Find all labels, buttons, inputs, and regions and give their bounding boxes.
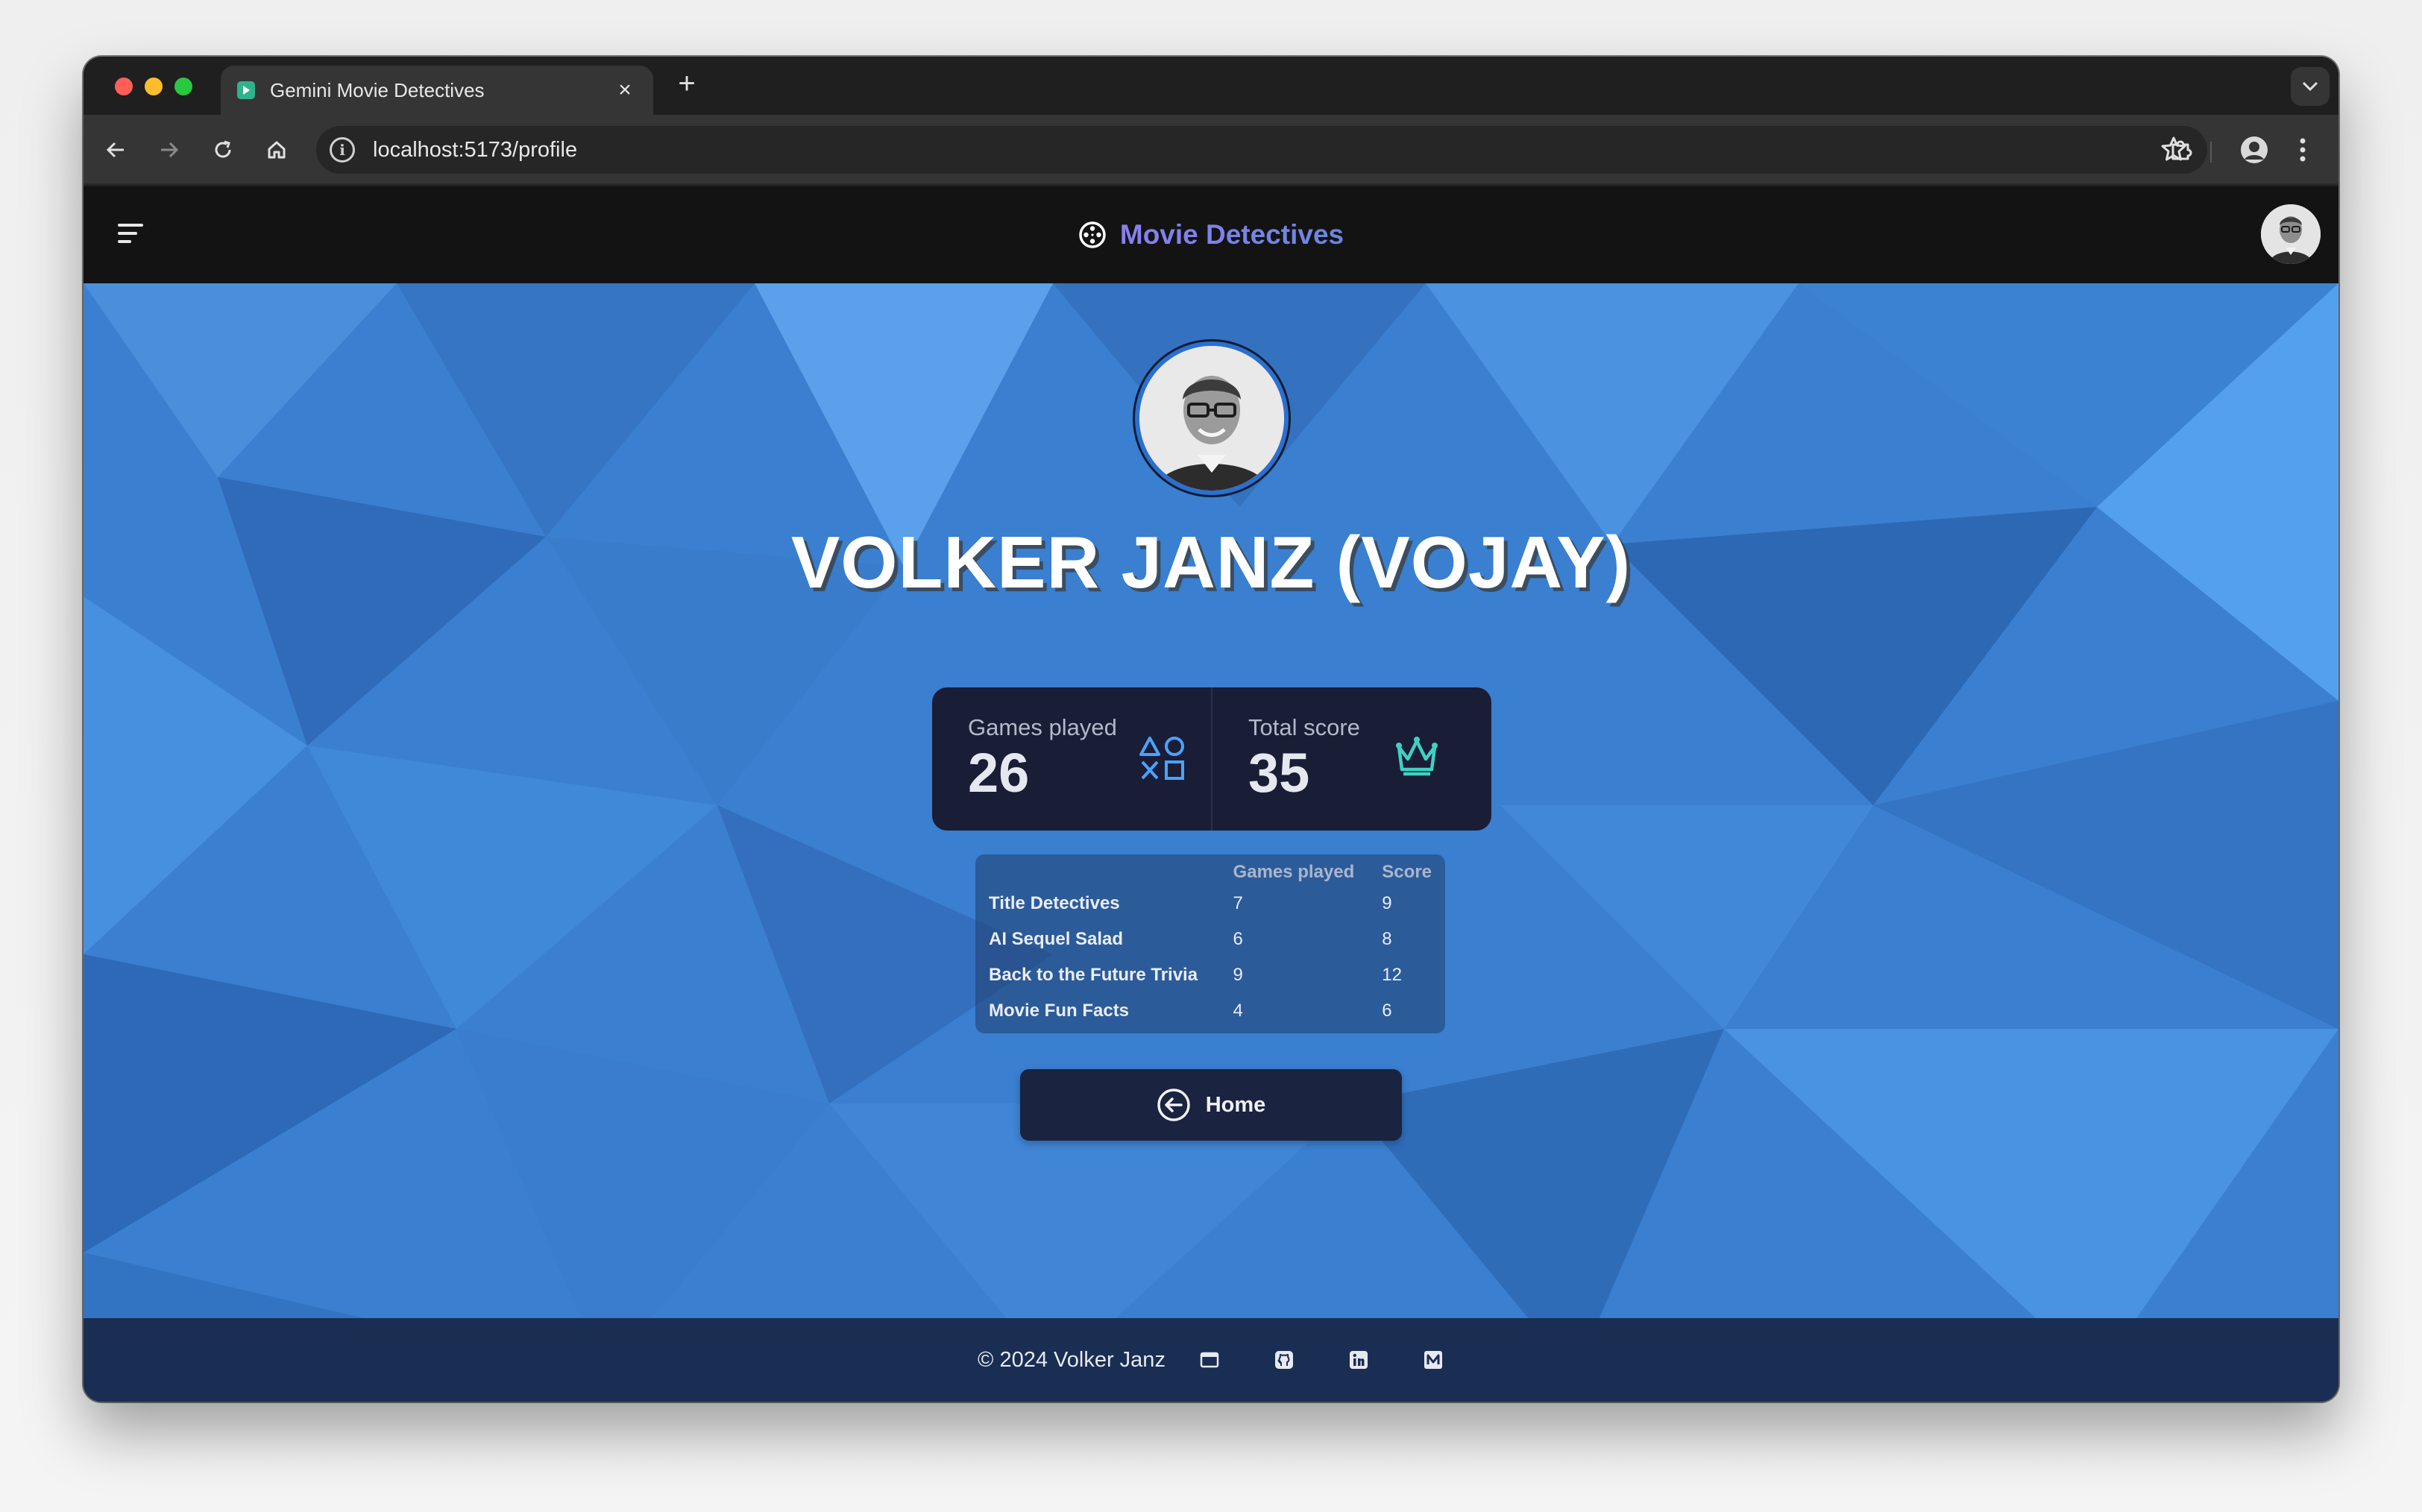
tab-close-icon[interactable]: × [613, 78, 637, 103]
extensions-button[interactable] [2162, 131, 2200, 168]
games-played-cell: 7 [1233, 893, 1243, 913]
table-row: Movie Fun Facts 4 6 [989, 993, 1432, 1029]
footer-links [1198, 1349, 1444, 1371]
games-played-cell: 4 [1233, 1001, 1243, 1021]
games-played-stat: Games played 26 [932, 687, 1211, 831]
close-window-button[interactable] [115, 78, 133, 95]
crown-icon [1396, 737, 1438, 776]
film-reel-icon [1079, 221, 1106, 248]
toolbar-separator [2210, 142, 2212, 163]
score-cell: 9 [1382, 893, 1392, 913]
score-cell: 6 [1382, 1001, 1392, 1021]
github-icon[interactable] [1273, 1349, 1295, 1371]
home-page-button[interactable] [258, 131, 295, 168]
back-button[interactable] [97, 131, 134, 168]
header-avatar[interactable] [2261, 204, 2321, 264]
browser-tab[interactable]: Gemini Movie Detectives × [221, 66, 653, 115]
address-bar[interactable]: i localhost:5173/profile [316, 126, 2207, 174]
back-arrow-icon [106, 142, 124, 158]
profile-page: VOLKER JANZ (VOJAY) Games played 26 Tota… [84, 283, 2338, 1375]
new-tab-button[interactable]: + [668, 67, 705, 101]
forward-arrow-icon [161, 142, 179, 158]
game-name-cell: Title Detectives [989, 893, 1120, 913]
tab-title: Gemini Movie Detectives [270, 78, 485, 101]
profile-button[interactable] [2236, 131, 2273, 168]
copyright-text: © 2024 Volker Janz [978, 1347, 1166, 1372]
user-photo-icon [1139, 346, 1284, 491]
column-header-game [989, 859, 1233, 886]
tab-strip: Gemini Movie Detectives × + [84, 57, 2338, 115]
profile-name: VOLKER JANZ (VOJAY) [790, 521, 1632, 603]
reload-icon [215, 140, 231, 158]
medium-icon[interactable] [1422, 1349, 1444, 1371]
puzzle-icon [2171, 140, 2192, 160]
reload-button[interactable] [204, 131, 242, 168]
home-button[interactable]: Home [1020, 1069, 1402, 1141]
forward-button[interactable] [151, 131, 188, 168]
table-row: AI Sequel Salad 6 8 [989, 922, 1432, 957]
games-played-cell: 9 [1233, 965, 1243, 985]
profile-avatar [1135, 341, 1289, 495]
browser-toolbar: i localhost:5173/profile [84, 115, 2338, 185]
browser-menu-button[interactable] [2288, 131, 2318, 168]
game-name-cell: Back to the Future Trivia [989, 965, 1198, 985]
column-header-games-played: Games played [1233, 862, 1355, 882]
maximize-window-button[interactable] [174, 78, 192, 95]
column-header-score: Score [1382, 862, 1432, 882]
gamepad-shapes-icon [1139, 737, 1184, 780]
game-name-cell: Movie Fun Facts [989, 1001, 1130, 1021]
total-score-value: 35 [1248, 742, 1310, 804]
total-score-label: Total score [1248, 714, 1360, 740]
total-score-stat: Total score 35 [1211, 687, 1491, 831]
house-icon [268, 141, 286, 159]
footer: © 2024 Volker Janz [84, 1318, 2338, 1402]
score-cell: 8 [1382, 929, 1392, 949]
home-button-label: Home [1205, 1092, 1266, 1117]
url-text[interactable]: localhost:5173/profile [373, 138, 577, 163]
games-played-cell: 6 [1233, 929, 1243, 949]
score-cell: 12 [1382, 965, 1402, 985]
user-photo-icon [2261, 204, 2321, 264]
favicon-icon [237, 81, 255, 99]
game-name-cell: AI Sequel Salad [989, 929, 1124, 949]
table-header-row: Games played Score [989, 859, 1432, 886]
table-row: Back to the Future Trivia 9 12 [989, 957, 1432, 993]
more-vertical-icon [2300, 138, 2306, 162]
browser-window-icon[interactable] [1198, 1349, 1221, 1371]
brand-title: Movie Detectives [1119, 219, 1344, 250]
table-row: Title Detectives 7 9 [989, 886, 1432, 922]
stats-panel: Games played 26 Total score 35 [932, 687, 1491, 831]
game-stats-table: Games played Score Title Detectives 7 9 … [975, 854, 1445, 1033]
chevron-down-icon [2302, 81, 2318, 92]
brand[interactable]: Movie Detectives [84, 219, 2338, 251]
app-header: Movie Detectives [84, 186, 2338, 283]
site-info-icon[interactable]: i [330, 137, 355, 163]
arrow-left-circle-icon [1157, 1089, 1190, 1121]
user-avatar-icon [2241, 136, 2268, 163]
browser-window: Gemini Movie Detectives × + i localhost:… [84, 57, 2338, 1402]
linkedin-icon[interactable] [1347, 1349, 1370, 1371]
tab-search-button[interactable] [2291, 67, 2330, 106]
minimize-window-button[interactable] [145, 78, 163, 95]
